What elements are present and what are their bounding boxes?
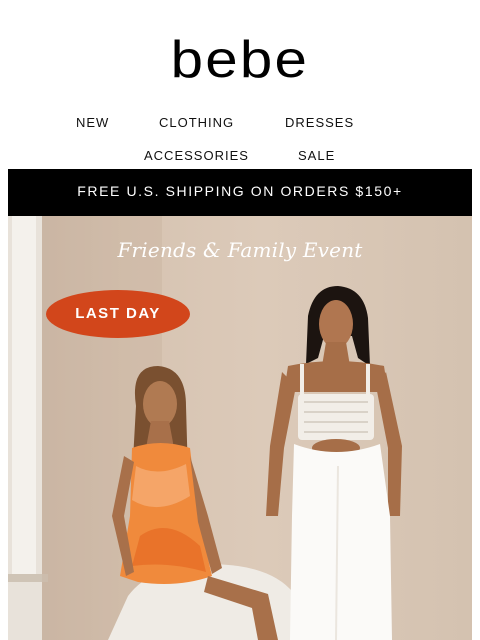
event-title: Friends & Family Event: [117, 238, 363, 262]
window-pane: [12, 216, 36, 576]
hero-photo: [8, 216, 402, 640]
model-left-face: [143, 381, 177, 427]
nav-item-dresses[interactable]: DRESSES: [285, 115, 354, 130]
nav-item-sale[interactable]: SALE: [298, 148, 335, 163]
free-shipping-banner[interactable]: FREE U.S. SHIPPING ON ORDERS $150+: [8, 169, 472, 216]
model-right-crochet-top: [298, 394, 374, 440]
nav-row-primary: NEW CLOTHING DRESSES: [0, 115, 480, 135]
logo-text: bebe: [170, 31, 310, 89]
model-right-white-dress: [290, 444, 392, 640]
nav-item-accessories[interactable]: ACCESSORIES: [144, 148, 249, 163]
nav-row-secondary: ACCESSORIES SALE: [0, 148, 480, 168]
email-page: bebe NEW CLOTHING DRESSES ACCESSORIES SA…: [0, 0, 480, 640]
nav-item-clothing[interactable]: CLOTHING: [159, 115, 234, 130]
last-day-badge[interactable]: LAST DAY: [46, 290, 190, 338]
hero-banner[interactable]: Friends & Family Event LAST DAY: [8, 216, 472, 640]
brand-logo[interactable]: bebe: [0, 34, 480, 86]
model-right-face: [319, 300, 353, 348]
nav-item-new[interactable]: NEW: [76, 115, 109, 130]
